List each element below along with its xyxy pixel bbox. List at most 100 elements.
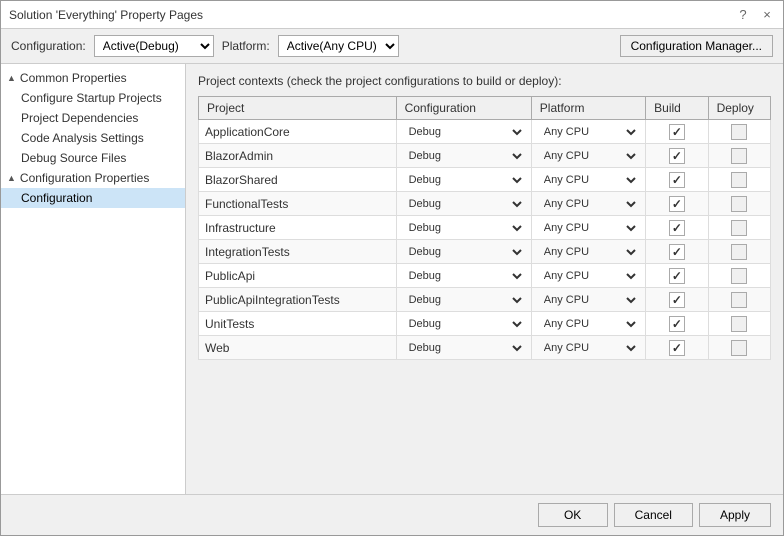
config-bar: Configuration: Active(Debug) Platform: A… bbox=[1, 29, 783, 64]
build-checkbox[interactable] bbox=[669, 220, 685, 236]
platform-select[interactable]: Active(Any CPU) bbox=[278, 35, 399, 57]
deploy-cell bbox=[708, 192, 770, 216]
deploy-cell bbox=[708, 288, 770, 312]
project-name-cell: BlazorShared bbox=[199, 168, 397, 192]
platform-cell[interactable]: Any CPU bbox=[531, 120, 645, 144]
platform-cell[interactable]: Any CPU bbox=[531, 264, 645, 288]
config-cell[interactable]: Debug bbox=[396, 240, 531, 264]
platform-cell[interactable]: Any CPU bbox=[531, 288, 645, 312]
panel-description: Project contexts (check the project conf… bbox=[198, 74, 771, 88]
config-cell-select[interactable]: Debug bbox=[403, 316, 525, 332]
deploy-cell bbox=[708, 120, 770, 144]
config-cell-select[interactable]: Debug bbox=[403, 172, 525, 188]
config-cell-select[interactable]: Debug bbox=[403, 292, 525, 308]
build-checkbox[interactable] bbox=[669, 148, 685, 164]
config-cell[interactable]: Debug bbox=[396, 288, 531, 312]
help-button[interactable]: ? bbox=[735, 7, 751, 22]
table-row: BlazorAdmin Debug Any CPU bbox=[199, 144, 771, 168]
ok-button[interactable]: OK bbox=[538, 503, 608, 527]
apply-button[interactable]: Apply bbox=[699, 503, 771, 527]
deploy-checkbox[interactable] bbox=[731, 292, 747, 308]
config-cell-select[interactable]: Debug bbox=[403, 268, 525, 284]
configuration-select[interactable]: Active(Debug) bbox=[94, 35, 214, 57]
platform-cell-select[interactable]: Any CPU bbox=[538, 148, 639, 164]
deploy-checkbox[interactable] bbox=[731, 124, 747, 140]
platform-cell-select[interactable]: Any CPU bbox=[538, 124, 639, 140]
col-header-platform: Platform bbox=[531, 97, 645, 120]
platform-cell[interactable]: Any CPU bbox=[531, 192, 645, 216]
build-cell bbox=[646, 168, 708, 192]
sidebar-item-project-dependencies[interactable]: Project Dependencies bbox=[1, 108, 185, 128]
build-checkbox[interactable] bbox=[669, 268, 685, 284]
platform-cell-select[interactable]: Any CPU bbox=[538, 292, 639, 308]
sidebar-item-debug-source[interactable]: Debug Source Files bbox=[1, 148, 185, 168]
deploy-checkbox[interactable] bbox=[731, 316, 747, 332]
platform-cell[interactable]: Any CPU bbox=[531, 168, 645, 192]
config-cell-select[interactable]: Debug bbox=[403, 148, 525, 164]
platform-cell[interactable]: Any CPU bbox=[531, 144, 645, 168]
platform-cell-select[interactable]: Any CPU bbox=[538, 316, 639, 332]
deploy-checkbox[interactable] bbox=[731, 268, 747, 284]
build-cell bbox=[646, 120, 708, 144]
sidebar-item-configuration[interactable]: Configuration bbox=[1, 188, 185, 208]
config-cell[interactable]: Debug bbox=[396, 192, 531, 216]
platform-cell[interactable]: Any CPU bbox=[531, 336, 645, 360]
build-cell bbox=[646, 216, 708, 240]
table-row: Infrastructure Debug Any CPU bbox=[199, 216, 771, 240]
title-bar-controls: ? × bbox=[735, 7, 775, 22]
config-cell[interactable]: Debug bbox=[396, 216, 531, 240]
deploy-cell bbox=[708, 336, 770, 360]
close-button[interactable]: × bbox=[759, 7, 775, 22]
deploy-checkbox[interactable] bbox=[731, 196, 747, 212]
config-cell-select[interactable]: Debug bbox=[403, 220, 525, 236]
build-checkbox[interactable] bbox=[669, 196, 685, 212]
config-cell[interactable]: Debug bbox=[396, 120, 531, 144]
platform-cell-select[interactable]: Any CPU bbox=[538, 244, 639, 260]
config-cell[interactable]: Debug bbox=[396, 264, 531, 288]
deploy-checkbox[interactable] bbox=[731, 340, 747, 356]
config-cell[interactable]: Debug bbox=[396, 144, 531, 168]
config-cell-select[interactable]: Debug bbox=[403, 340, 525, 356]
build-cell bbox=[646, 288, 708, 312]
sidebar-section-config-properties[interactable]: ▲ Configuration Properties bbox=[1, 168, 185, 188]
platform-cell-select[interactable]: Any CPU bbox=[538, 340, 639, 356]
config-cell-select[interactable]: Debug bbox=[403, 244, 525, 260]
col-header-project: Project bbox=[199, 97, 397, 120]
sidebar-section-common-properties[interactable]: ▲ Common Properties bbox=[1, 68, 185, 88]
deploy-cell bbox=[708, 168, 770, 192]
config-cell-select[interactable]: Debug bbox=[403, 124, 525, 140]
platform-cell[interactable]: Any CPU bbox=[531, 312, 645, 336]
main-window: Solution 'Everything' Property Pages ? ×… bbox=[0, 0, 784, 536]
sidebar-item-code-analysis[interactable]: Code Analysis Settings bbox=[1, 128, 185, 148]
config-cell-select[interactable]: Debug bbox=[403, 196, 525, 212]
platform-cell[interactable]: Any CPU bbox=[531, 216, 645, 240]
platform-cell-select[interactable]: Any CPU bbox=[538, 196, 639, 212]
platform-cell-select[interactable]: Any CPU bbox=[538, 268, 639, 284]
build-checkbox[interactable] bbox=[669, 172, 685, 188]
deploy-cell bbox=[708, 312, 770, 336]
deploy-checkbox[interactable] bbox=[731, 220, 747, 236]
table-row: PublicApiIntegrationTests Debug Any CPU bbox=[199, 288, 771, 312]
deploy-checkbox[interactable] bbox=[731, 148, 747, 164]
config-cell[interactable]: Debug bbox=[396, 168, 531, 192]
deploy-checkbox[interactable] bbox=[731, 244, 747, 260]
sidebar-item-configure-startup[interactable]: Configure Startup Projects bbox=[1, 88, 185, 108]
build-checkbox[interactable] bbox=[669, 244, 685, 260]
cancel-button[interactable]: Cancel bbox=[614, 503, 693, 527]
build-checkbox[interactable] bbox=[669, 340, 685, 356]
build-checkbox[interactable] bbox=[669, 292, 685, 308]
platform-cell-select[interactable]: Any CPU bbox=[538, 172, 639, 188]
config-cell[interactable]: Debug bbox=[396, 312, 531, 336]
table-row: WebDebugAny CPU bbox=[199, 336, 771, 360]
config-cell[interactable]: Debug bbox=[396, 336, 531, 360]
project-name-cell: Infrastructure bbox=[199, 216, 397, 240]
platform-cell[interactable]: Any CPU bbox=[531, 240, 645, 264]
platform-cell-select[interactable]: Any CPU bbox=[538, 220, 639, 236]
configuration-manager-button[interactable]: Configuration Manager... bbox=[620, 35, 773, 57]
deploy-checkbox[interactable] bbox=[731, 172, 747, 188]
project-name-cell: PublicApiIntegrationTests bbox=[199, 288, 397, 312]
project-name-cell: BlazorAdmin bbox=[199, 144, 397, 168]
build-checkbox[interactable] bbox=[669, 124, 685, 140]
build-checkbox[interactable] bbox=[669, 316, 685, 332]
build-cell bbox=[646, 240, 708, 264]
